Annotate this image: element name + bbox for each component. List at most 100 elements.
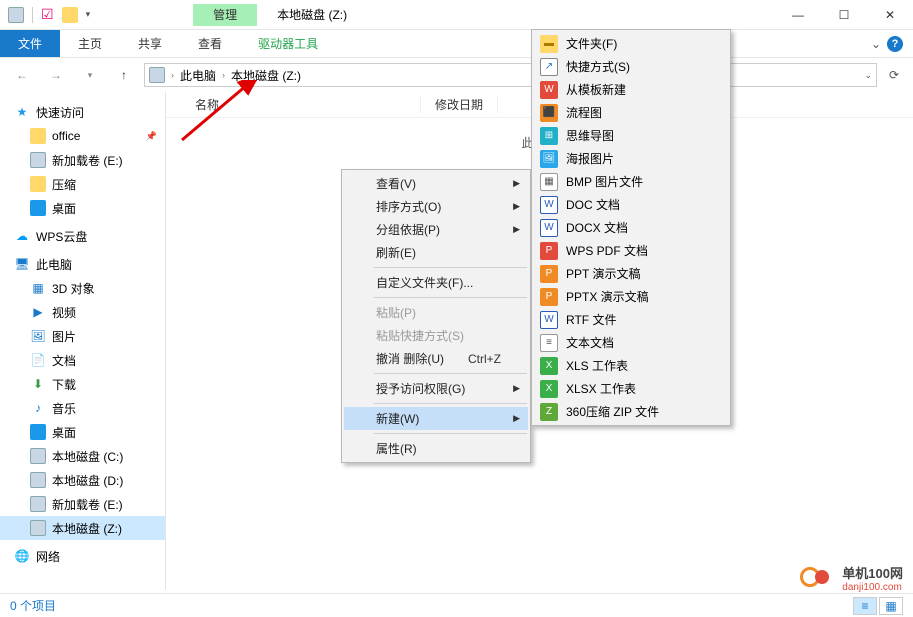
ctx-undo[interactable]: 撤消 删除(U)Ctrl+Z	[344, 347, 528, 370]
nav-new-volume-e2[interactable]: 新加载卷 (E:)	[0, 492, 165, 516]
sm-xlsx[interactable]: XXLSX 工作表	[534, 377, 728, 400]
refresh-button[interactable]: ⟳	[883, 68, 905, 82]
window-icon	[8, 7, 24, 23]
folder-icon	[30, 128, 46, 144]
minimize-button[interactable]: —	[775, 0, 821, 30]
sm-docx[interactable]: WDOCX 文档	[534, 216, 728, 239]
qat-folder-icon[interactable]	[62, 7, 78, 23]
txt-icon: ≡	[540, 334, 558, 352]
sm-flowchart[interactable]: ⬛流程图	[534, 101, 728, 124]
ctx-view[interactable]: 查看(V)▶	[344, 172, 528, 195]
pin-icon: 📌	[146, 131, 157, 142]
nav-office[interactable]: office📌	[0, 124, 165, 148]
column-date[interactable]: 修改日期	[421, 96, 498, 113]
nav-desktop[interactable]: 桌面	[0, 196, 165, 220]
sm-folder[interactable]: ▬文件夹(F)	[534, 32, 728, 55]
bmp-icon: ▦	[540, 173, 558, 191]
new-submenu: ▬文件夹(F) ↗快捷方式(S) W从模板新建 ⬛流程图 ⊞思维导图 🖼海报图片…	[531, 29, 731, 426]
chevron-right-icon: ▶	[513, 224, 520, 235]
ctx-custom-folder[interactable]: 自定义文件夹(F)...	[344, 271, 528, 294]
tab-file[interactable]: 文件	[0, 30, 60, 57]
window-title: 本地磁盘 (Z:)	[277, 6, 775, 23]
chevron-right-icon: ▶	[513, 201, 520, 212]
tab-view[interactable]: 查看	[180, 30, 240, 57]
nav-drive-c[interactable]: 本地磁盘 (C:)	[0, 444, 165, 468]
view-details-button[interactable]: ≡	[853, 597, 877, 615]
sm-doc[interactable]: WDOC 文档	[534, 193, 728, 216]
nav-downloads[interactable]: ⬇下载	[0, 372, 165, 396]
menu-separator	[374, 297, 527, 298]
ctx-new[interactable]: 新建(W)▶	[344, 407, 528, 430]
sm-from-template[interactable]: W从模板新建	[534, 78, 728, 101]
docx-icon: W	[540, 219, 558, 237]
document-icon: 📄	[30, 352, 46, 368]
chevron-right-icon[interactable]: ›	[222, 70, 225, 80]
address-dropdown-icon[interactable]: ⌄	[864, 70, 872, 81]
navigation-pane: ★快速访问 office📌 新加载卷 (E:) 压缩 桌面 ☁WPS云盘 🖥此电…	[0, 92, 166, 590]
view-large-icons-button[interactable]: ▦	[879, 597, 903, 615]
nav-videos[interactable]: ▶视频	[0, 300, 165, 324]
qat-overflow-icon[interactable]: ▾	[86, 9, 91, 20]
qat-checkbox-icon[interactable]: ☑	[41, 6, 54, 23]
star-icon: ★	[14, 104, 30, 120]
sm-rtf[interactable]: WRTF 文件	[534, 308, 728, 331]
sm-pptx[interactable]: PPPTX 演示文稿	[534, 285, 728, 308]
nav-music[interactable]: ♪音乐	[0, 396, 165, 420]
nav-pictures[interactable]: 🖼图片	[0, 324, 165, 348]
pptx-icon: P	[540, 288, 558, 306]
column-name[interactable]: 名称	[181, 96, 421, 113]
drive-icon	[30, 496, 46, 512]
address-bar[interactable]: › 此电脑 › 本地磁盘 (Z:) ⌄	[144, 63, 877, 87]
chevron-right-icon: ▶	[513, 383, 520, 394]
tab-share[interactable]: 共享	[120, 30, 180, 57]
tab-home[interactable]: 主页	[60, 30, 120, 57]
close-button[interactable]: ✕	[867, 0, 913, 30]
ctx-sort[interactable]: 排序方式(O)▶	[344, 195, 528, 218]
ribbon-expand-icon[interactable]: ⌄	[871, 37, 881, 51]
nav-documents[interactable]: 📄文档	[0, 348, 165, 372]
nav-forward-button[interactable]: →	[42, 61, 70, 89]
nav-up-button[interactable]: ↑	[110, 61, 138, 89]
ctx-refresh[interactable]: 刷新(E)	[344, 241, 528, 264]
nav-this-pc[interactable]: 🖥此电脑	[0, 252, 165, 276]
sm-shortcut[interactable]: ↗快捷方式(S)	[534, 55, 728, 78]
status-item-count: 0 个项目	[10, 597, 56, 614]
nav-3d-objects[interactable]: ▦3D 对象	[0, 276, 165, 300]
nav-drive-d[interactable]: 本地磁盘 (D:)	[0, 468, 165, 492]
sm-txt[interactable]: ≡文本文档	[534, 331, 728, 354]
ctx-grant-access[interactable]: 授予访问权限(G)▶	[344, 377, 528, 400]
nav-compressed[interactable]: 压缩	[0, 172, 165, 196]
doc-icon: W	[540, 196, 558, 214]
sm-bmp[interactable]: ▦BMP 图片文件	[534, 170, 728, 193]
drive-icon	[30, 520, 46, 536]
sm-zip[interactable]: Z360压缩 ZIP 文件	[534, 400, 728, 423]
sm-ppt[interactable]: PPPT 演示文稿	[534, 262, 728, 285]
breadcrumb-root[interactable]: 此电脑	[180, 67, 216, 84]
context-menu: 查看(V)▶ 排序方式(O)▶ 分组依据(P)▶ 刷新(E) 自定义文件夹(F)…	[341, 169, 531, 463]
sm-wps-pdf[interactable]: PWPS PDF 文档	[534, 239, 728, 262]
menu-separator	[374, 267, 527, 268]
nav-recent-icon[interactable]: ▾	[76, 61, 104, 89]
nav-desktop2[interactable]: 桌面	[0, 420, 165, 444]
nav-network[interactable]: 🌐网络	[0, 544, 165, 568]
watermark: 单机100网 danji100.com	[800, 563, 903, 593]
sm-poster[interactable]: 🖼海报图片	[534, 147, 728, 170]
tab-drive-tools[interactable]: 驱动器工具	[240, 30, 336, 57]
nav-drive-z[interactable]: 本地磁盘 (Z:)	[0, 516, 165, 540]
nav-new-volume-e[interactable]: 新加载卷 (E:)	[0, 148, 165, 172]
maximize-button[interactable]: ☐	[821, 0, 867, 30]
pdf-icon: P	[540, 242, 558, 260]
pc-icon: 🖥	[14, 256, 30, 272]
breadcrumb-current[interactable]: 本地磁盘 (Z:)	[231, 67, 301, 84]
help-icon[interactable]: ?	[887, 36, 903, 52]
folder-icon: ▬	[540, 35, 558, 53]
ctx-group[interactable]: 分组依据(P)▶	[344, 218, 528, 241]
nav-back-button[interactable]: ←	[8, 61, 36, 89]
ctx-properties[interactable]: 属性(R)	[344, 437, 528, 460]
chevron-right-icon[interactable]: ›	[171, 70, 174, 80]
nav-quick-access[interactable]: ★快速访问	[0, 100, 165, 124]
sm-mindmap[interactable]: ⊞思维导图	[534, 124, 728, 147]
cube-icon: ▦	[30, 280, 46, 296]
nav-wps[interactable]: ☁WPS云盘	[0, 224, 165, 248]
sm-xls[interactable]: XXLS 工作表	[534, 354, 728, 377]
